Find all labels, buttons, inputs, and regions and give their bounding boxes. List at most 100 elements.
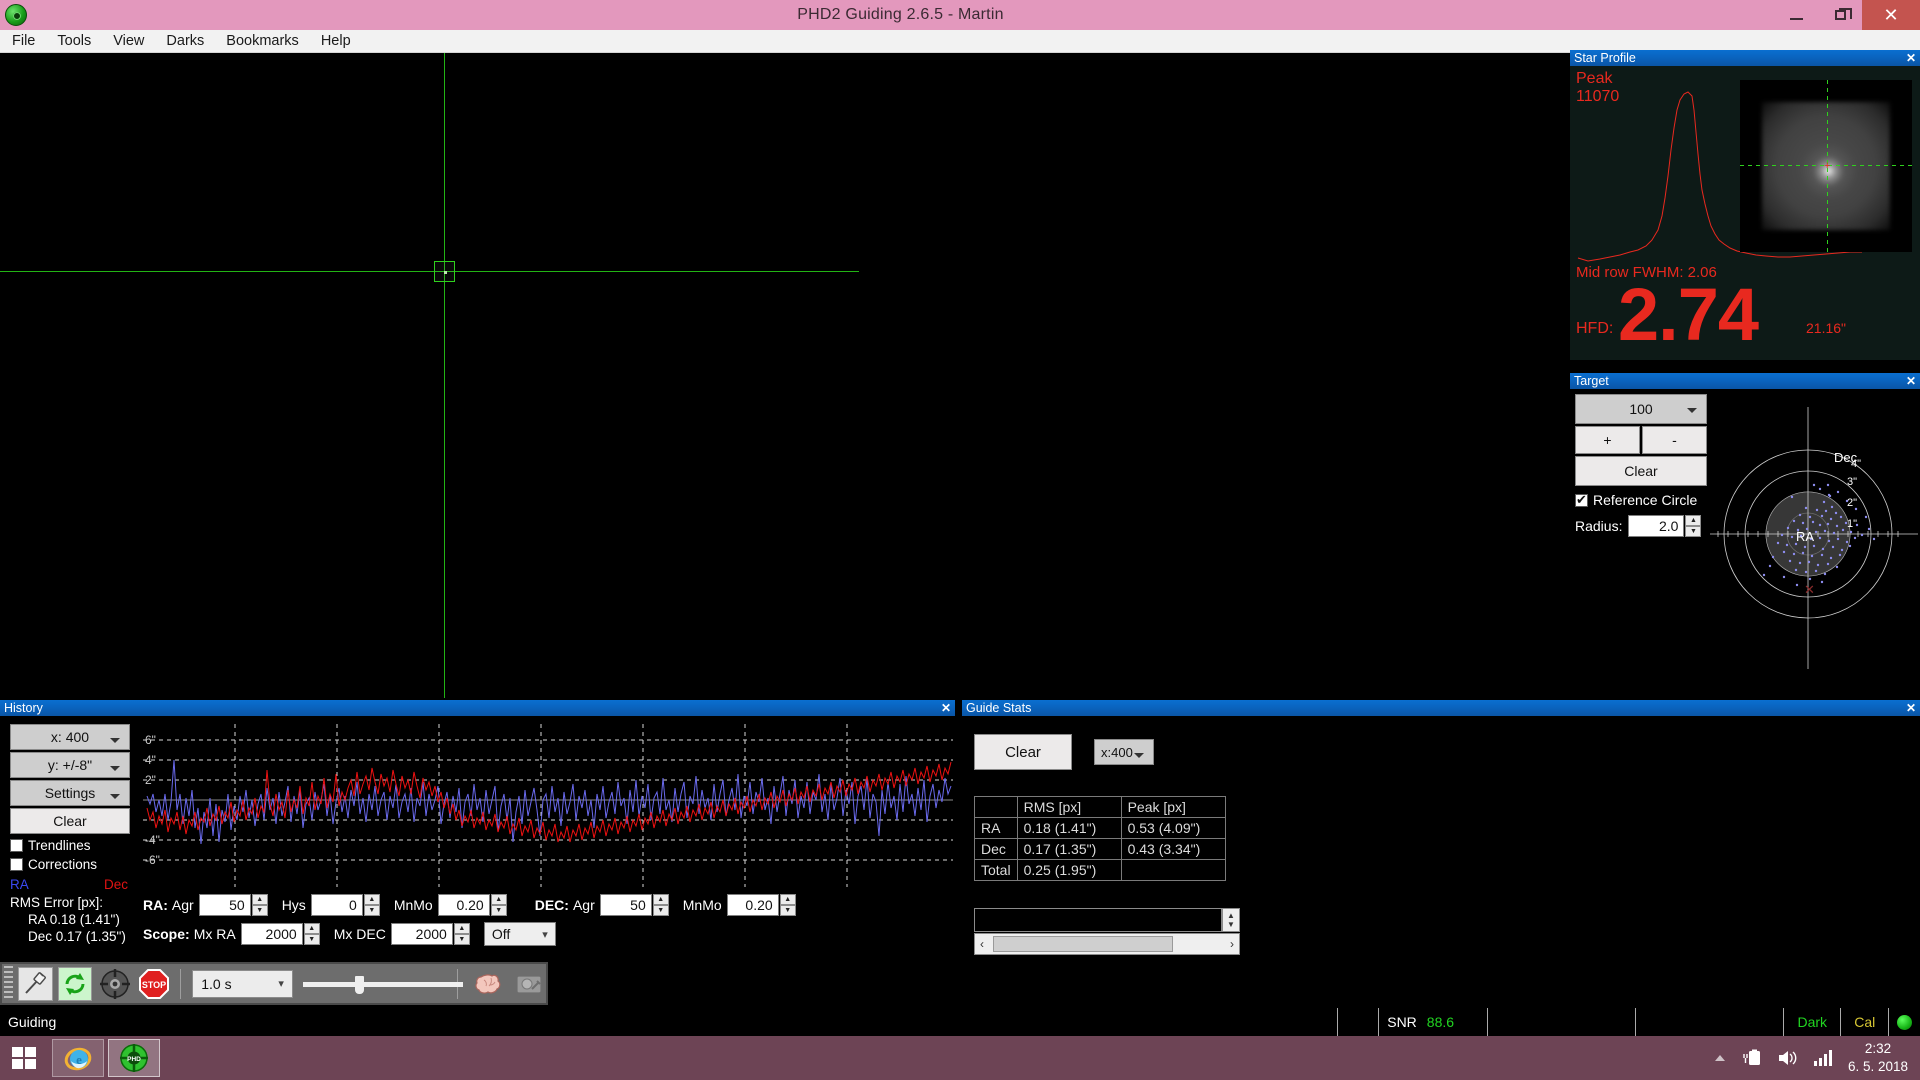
guide-stats-clear-button[interactable]: Clear — [974, 734, 1072, 770]
guide-camera-view[interactable] — [0, 53, 1570, 698]
stop-icon[interactable]: STOP — [137, 967, 171, 1001]
history-graph[interactable]: 6" 4" 2" -4" -6" — [143, 724, 953, 887]
clock-time: 2:32 — [1864, 1041, 1892, 1056]
close-icon[interactable]: ✕ — [1906, 373, 1920, 389]
close-icon[interactable]: ✕ — [1906, 700, 1920, 716]
trendlines-checkbox[interactable]: Trendlines — [10, 838, 130, 853]
svg-text:e: e — [76, 1052, 82, 1067]
history-y-scale-dropdown[interactable]: y: +/-8" — [10, 752, 130, 778]
mx-dec-input[interactable]: 2000 — [390, 923, 453, 945]
toolbar-drag-handle[interactable] — [4, 966, 14, 1001]
ra-mnmo-stepper[interactable]: ▲ ▼ — [490, 894, 507, 916]
dec-agr-stepper[interactable]: ▲ ▼ — [652, 894, 669, 916]
dec-mnmo-stepper[interactable]: ▲ ▼ — [779, 894, 796, 916]
usb-connect-icon[interactable] — [18, 966, 53, 1001]
guide-stats-vertical-stepper[interactable]: ▲ ▼ — [1222, 908, 1240, 932]
stepper-down-icon[interactable]: ▼ — [1227, 920, 1235, 929]
stepper-up-icon[interactable]: ▲ — [490, 894, 507, 905]
history-clear-button[interactable]: Clear — [10, 808, 130, 834]
scroll-right-icon[interactable]: › — [1225, 937, 1239, 951]
taskbar-item-internet-explorer[interactable]: e — [52, 1039, 104, 1077]
stepper-down-icon[interactable]: ▼ — [453, 934, 470, 945]
gamma-slider[interactable] — [302, 969, 463, 999]
stepper-up-icon[interactable]: ▲ — [1227, 911, 1235, 920]
taskbar-item-phd2-guiding[interactable]: PHD — [108, 1039, 160, 1077]
camera-settings-icon[interactable] — [511, 967, 545, 1001]
scrollbar-thumb[interactable] — [993, 936, 1173, 952]
mx-ra-stepper[interactable]: ▲ ▼ — [303, 923, 320, 945]
radius-stepper[interactable]: ▲ ▼ — [1685, 515, 1702, 537]
volume-icon[interactable] — [1777, 1049, 1799, 1067]
menu-item-view[interactable]: View — [102, 30, 155, 53]
guide-stats-x-scale-dropdown[interactable]: x:400 — [1094, 739, 1154, 765]
close-icon[interactable]: ✕ — [941, 700, 955, 716]
stepper-down-icon[interactable]: ▼ — [251, 905, 268, 916]
battery-charging-icon[interactable] — [1741, 1049, 1763, 1067]
hys-stepper[interactable]: ▲ ▼ — [363, 894, 380, 916]
row-rms-dec: 0.17 (1.35") — [1016, 838, 1122, 860]
ra-agr-input[interactable]: 50 — [198, 894, 251, 916]
stepper-up-icon[interactable]: ▲ — [251, 894, 268, 905]
reference-circle-checkbox[interactable]: Reference Circle — [1575, 492, 1707, 508]
radius-input[interactable]: 2.0 — [1628, 515, 1685, 537]
history-x-scale-dropdown[interactable]: x: 400 — [10, 724, 130, 750]
guide-target-icon[interactable] — [97, 967, 131, 1001]
taskbar-clock[interactable]: 2:32 6. 5. 2018 — [1840, 1040, 1920, 1076]
stepper-up-icon[interactable]: ▲ — [453, 923, 470, 934]
stepper-down-icon[interactable]: ▼ — [363, 905, 380, 916]
hys-input[interactable]: 0 — [310, 894, 363, 916]
stepper-up-icon[interactable]: ▲ — [1685, 515, 1702, 526]
maximize-button[interactable] — [1818, 0, 1862, 30]
star-selection-box[interactable] — [434, 261, 455, 282]
menu-item-darks[interactable]: Darks — [155, 30, 215, 53]
stepper-up-icon[interactable]: ▲ — [303, 923, 320, 934]
show-hidden-icons[interactable] — [1713, 1051, 1727, 1065]
corrections-checkbox[interactable]: Corrections — [10, 857, 130, 872]
target-zoom-out-button[interactable]: - — [1642, 426, 1707, 454]
network-signal-icon[interactable] — [1813, 1049, 1833, 1067]
stepper-up-icon[interactable]: ▲ — [652, 894, 669, 905]
slider-thumb[interactable] — [354, 975, 364, 994]
guide-stats-horizontal-scrollbar[interactable]: ‹ › — [974, 933, 1240, 955]
exposure-select[interactable]: 1.0 s ▾ — [192, 969, 293, 998]
target-zoom-in-button[interactable]: + — [1575, 426, 1640, 454]
windows-start-icon[interactable] — [0, 1036, 48, 1080]
dec-guide-mode-select[interactable]: Off ▾ — [483, 922, 556, 946]
menu-item-tools[interactable]: Tools — [46, 30, 102, 53]
ra-agr-stepper[interactable]: ▲ ▼ — [251, 894, 268, 916]
scroll-left-icon[interactable]: ‹ — [975, 937, 989, 951]
history-settings-dropdown[interactable]: Settings — [10, 780, 130, 806]
mx-dec-stepper[interactable]: ▲ ▼ — [453, 923, 470, 945]
close-icon[interactable]: ✕ — [1906, 50, 1920, 66]
stepper-up-icon[interactable]: ▲ — [363, 894, 380, 905]
star-profile-thumbnail: + — [1740, 80, 1912, 252]
menu-item-help[interactable]: Help — [310, 30, 362, 53]
menu-item-file[interactable]: File — [0, 30, 46, 53]
ra-mnmo-label: MnMo — [393, 897, 433, 913]
svg-text:2": 2" — [1847, 497, 1857, 509]
close-button[interactable]: ✕ — [1862, 0, 1920, 30]
dec-agr-input[interactable]: 50 — [599, 894, 652, 916]
row-peak-dec: 0.43 (3.34") — [1120, 838, 1226, 860]
advanced-settings-brain-icon[interactable] — [472, 967, 506, 1001]
target-scale-dropdown[interactable]: 100 — [1575, 394, 1707, 424]
guide-stats-empty-field[interactable] — [974, 908, 1222, 932]
stepper-down-icon[interactable]: ▼ — [1685, 526, 1702, 537]
stepper-down-icon[interactable]: ▼ — [779, 905, 796, 916]
loop-exposure-icon[interactable] — [57, 966, 93, 1001]
main-toolbar: STOP 1.0 s ▾ — [0, 962, 548, 1005]
target-clear-button[interactable]: Clear — [1575, 456, 1707, 486]
dec-mnmo-input[interactable]: 0.20 — [726, 894, 779, 916]
stepper-down-icon[interactable]: ▼ — [490, 905, 507, 916]
stepper-down-icon[interactable]: ▼ — [303, 934, 320, 945]
status-spacer-2 — [1488, 1008, 1636, 1036]
stepper-up-icon[interactable]: ▲ — [779, 894, 796, 905]
ra-mnmo-input[interactable]: 0.20 — [437, 894, 490, 916]
hfd-row: HFD: 2.74 21.16" — [1576, 278, 1914, 360]
mx-ra-input[interactable]: 2000 — [240, 923, 303, 945]
stepper-down-icon[interactable]: ▼ — [652, 905, 669, 916]
green-status-led — [1897, 1014, 1912, 1030]
taskbar-tray: 2:32 6. 5. 2018 — [1706, 1040, 1920, 1076]
minimize-button[interactable] — [1774, 0, 1818, 30]
menu-item-bookmarks[interactable]: Bookmarks — [215, 30, 310, 53]
